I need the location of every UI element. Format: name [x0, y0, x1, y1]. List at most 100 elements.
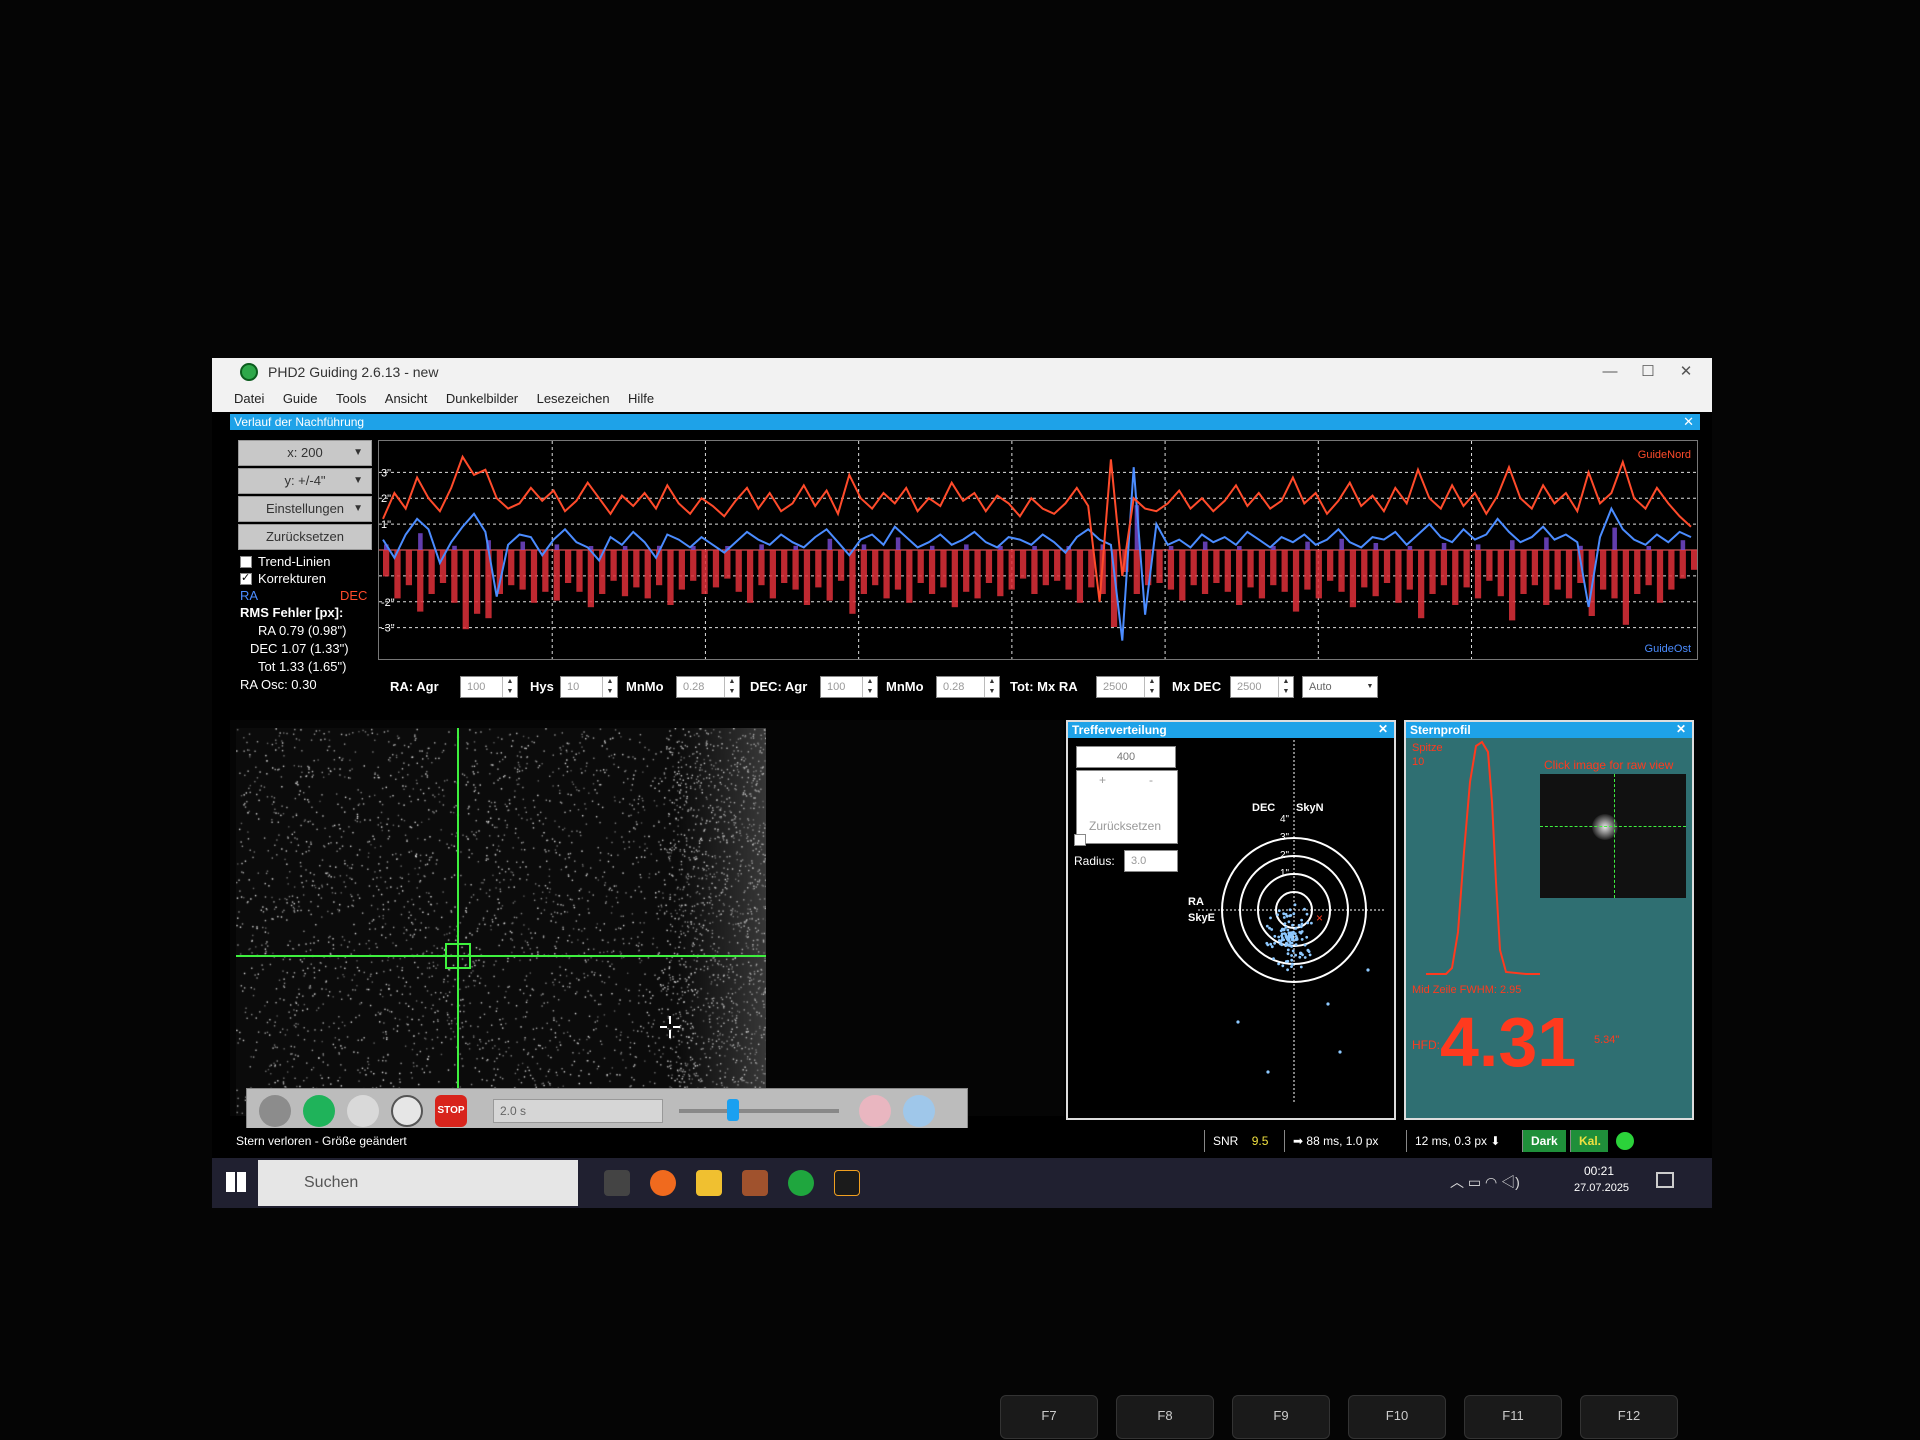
reset-history-button[interactable]: Zurücksetzen	[238, 524, 372, 550]
ring-label-4: 4"	[1280, 814, 1290, 825]
guide-target-icon[interactable]	[391, 1095, 423, 1127]
windows-start-icon[interactable]	[226, 1172, 246, 1192]
ra-agr-label: RA: Agr	[390, 679, 439, 694]
thumb-crosshair-h	[1540, 826, 1686, 827]
guide-point	[1306, 948, 1310, 952]
guide-point	[1303, 907, 1306, 911]
ra-correction-bar	[452, 545, 457, 550]
guide-point-outlier	[1338, 1050, 1342, 1054]
gamma-slider-track[interactable]	[679, 1109, 839, 1113]
dec-correction-bar	[1349, 550, 1357, 608]
notifications-icon[interactable]	[1656, 1172, 1674, 1188]
mx-dec-input[interactable]: 2500 ▲ ▼	[1230, 676, 1294, 698]
ra-axis-label: RA	[1188, 896, 1204, 908]
dec-correction-bar	[690, 550, 697, 581]
brain-settings-icon[interactable]	[859, 1095, 891, 1127]
guide-point	[1280, 943, 1284, 947]
close-button[interactable]: ✕	[1668, 360, 1704, 384]
spin-arrows-icon[interactable]: ▲ ▼	[862, 677, 877, 697]
ra-correction-bar	[1339, 538, 1344, 550]
taskbar-search[interactable]: Suchen	[258, 1160, 578, 1206]
auto-select-star-icon[interactable]	[347, 1095, 379, 1127]
ra-correction-bar	[827, 538, 833, 550]
dec-correction-bar	[576, 550, 583, 592]
spin-arrows-icon[interactable]: ▲ ▼	[502, 677, 517, 697]
dec-correction-bar	[1372, 550, 1379, 597]
history-panel-header: Verlauf der Nachführung ✕	[230, 414, 1700, 430]
corrections-checkbox[interactable]	[240, 571, 252, 585]
maximize-button[interactable]: ☐	[1630, 360, 1666, 384]
y-tick-label: -3"	[381, 623, 395, 635]
ra-correction-bar	[793, 545, 799, 550]
zoom-icon[interactable]	[903, 1095, 935, 1127]
trend-lines-checkbox[interactable]	[240, 556, 252, 568]
menu-lesezeichen[interactable]: Lesezeichen	[537, 391, 610, 406]
spin-arrows-icon[interactable]: ▲ ▼	[984, 677, 999, 697]
mnmo2-input[interactable]: 0.28 ▲ ▼	[936, 676, 1000, 698]
exposure-select[interactable]: 2.0 s	[493, 1099, 663, 1123]
spin-arrows-icon[interactable]: ▲ ▼	[1144, 677, 1159, 697]
dec-correction-bar	[1292, 550, 1300, 612]
dec-correction-bar	[1565, 550, 1573, 599]
connect-gear-icon[interactable]	[259, 1095, 291, 1127]
file-explorer-icon[interactable]	[696, 1170, 722, 1196]
dec-correction-bar	[1406, 550, 1413, 590]
guide-point	[1292, 912, 1296, 916]
tray-icons[interactable]: ︿ ▭ ◠ ◁)	[1450, 1172, 1520, 1192]
loop-exposure-icon[interactable]	[303, 1095, 335, 1127]
dec-correction-bar	[473, 550, 481, 614]
menu-tools[interactable]: Tools	[336, 391, 366, 406]
mnmo-label: MnMo	[626, 679, 664, 694]
rms-total: Tot 1.33 (1.65")	[258, 659, 347, 674]
menu-datei[interactable]: Datei	[234, 391, 264, 406]
menu-ansicht[interactable]: Ansicht	[385, 391, 428, 406]
tot-mx-ra-input[interactable]: 2500 ▲ ▼	[1096, 676, 1160, 698]
sharpcap-icon[interactable]	[834, 1170, 860, 1196]
history-close-button[interactable]: ✕	[1683, 414, 1694, 430]
ra-correction-bar	[520, 541, 526, 550]
menu-dunkelbilder[interactable]: Dunkelbilder	[446, 391, 518, 406]
spin-arrows-icon[interactable]: ▲ ▼	[1278, 677, 1293, 697]
ra-oscillation: RA Osc: 0.30	[240, 677, 317, 692]
dec-correction-bar	[564, 550, 572, 583]
dec-correction-bar	[1452, 550, 1459, 605]
mode-select[interactable]: Auto ▼	[1302, 676, 1378, 698]
menu-guide[interactable]: Guide	[283, 391, 318, 406]
y-scale-select[interactable]: y: +/-4" ▼	[238, 468, 372, 494]
star-thumbnail[interactable]	[1540, 774, 1686, 898]
minimize-button[interactable]: —	[1592, 360, 1628, 384]
task-view-icon[interactable]	[604, 1170, 630, 1196]
hys-input[interactable]: 10 ▲ ▼	[560, 676, 618, 698]
ra-correction-bar	[418, 533, 423, 550]
key-f8: F8	[1116, 1395, 1214, 1439]
ra-correction-bar	[1680, 540, 1686, 550]
dec-correction-bar	[462, 550, 469, 630]
dec-correction-bar	[1327, 550, 1334, 581]
guide-point	[1298, 955, 1302, 959]
camera-view[interactable]	[230, 720, 1064, 1116]
firefox-icon[interactable]	[650, 1170, 676, 1196]
laptop-screen: PHD2 Guiding 2.6.13 - new — ☐ ✕ Datei Gu…	[212, 358, 1712, 1208]
guide-point	[1270, 945, 1274, 949]
app-icon[interactable]	[742, 1170, 768, 1196]
spin-arrows-icon[interactable]: ▲ ▼	[724, 677, 739, 697]
phd2-taskbar-icon[interactable]	[788, 1170, 814, 1196]
target-panel: Trefferverteilung ✕ 400 + - Zurücksetzen…	[1066, 720, 1396, 1120]
x-scale-select[interactable]: x: 200 ▼	[238, 440, 372, 466]
ra-agr-input[interactable]: 100 ▲ ▼	[460, 676, 518, 698]
ra-correction-bar	[1441, 543, 1447, 550]
guide-point	[1287, 920, 1291, 924]
guide-point	[1287, 937, 1291, 941]
settings-button[interactable]: Einstellungen ▼	[238, 496, 372, 522]
gamma-slider-thumb[interactable]	[727, 1099, 739, 1121]
phd2-app-icon	[240, 363, 258, 381]
dec-correction-bar	[1668, 550, 1675, 590]
stop-icon[interactable]: STOP	[435, 1095, 467, 1127]
dec-correction-bar	[1691, 550, 1698, 570]
dec-correction-bar	[883, 550, 890, 599]
spin-arrows-icon[interactable]: ▲ ▼	[602, 677, 617, 697]
dec-agr-input[interactable]: 100 ▲ ▼	[820, 676, 878, 698]
mnmo-input[interactable]: 0.28 ▲ ▼	[676, 676, 740, 698]
guide-point	[1288, 914, 1292, 918]
menu-hilfe[interactable]: Hilfe	[628, 391, 654, 406]
